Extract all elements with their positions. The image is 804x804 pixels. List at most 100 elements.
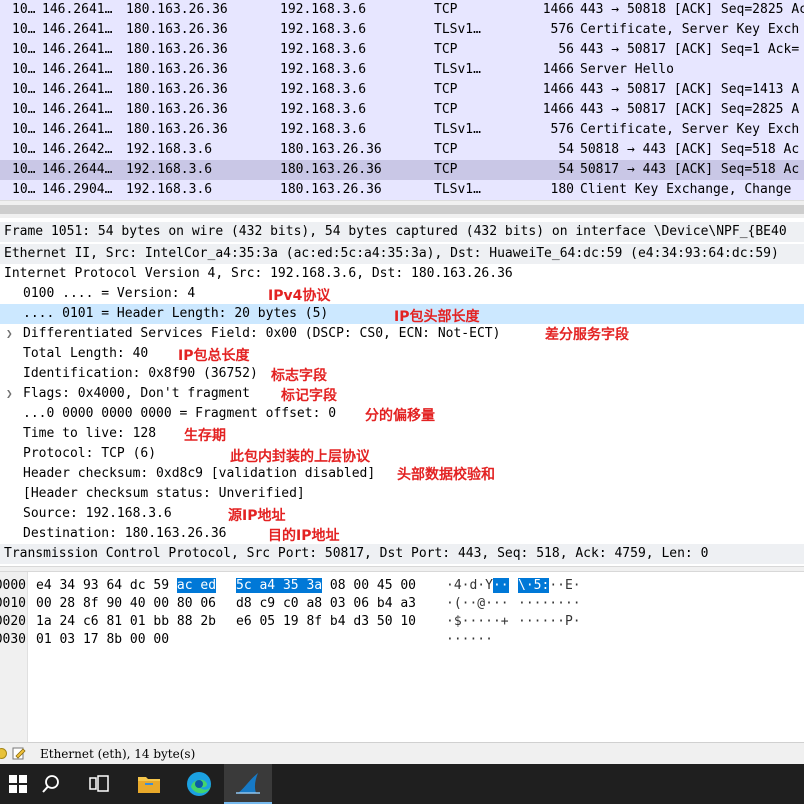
detail-ip-text: Internet Protocol Version 4, Src: 192.16… xyxy=(4,266,513,281)
packet-cell-src: 180.163.26.36 xyxy=(126,82,228,97)
expand-arrow-icon[interactable]: ❯ xyxy=(6,324,13,344)
packet-cell-src: 192.168.3.6 xyxy=(126,142,213,157)
packet-row[interactable]: 10… 146.2642… 192.168.3.6 180.163.26.36 TCP 5… xyxy=(0,140,804,160)
annotation-identification: 标志字段 xyxy=(271,368,327,384)
detail-protocol-text: Protocol: TCP (6) xyxy=(23,446,157,461)
detail-source[interactable]: Source: 192.168.3.6 xyxy=(0,504,804,524)
status-indicator-icon[interactable] xyxy=(0,748,7,759)
detail-identification[interactable]: Identification: 0x8f90 (36752) xyxy=(0,364,804,384)
bytes-ascii-left: ·$·····+ xyxy=(446,612,509,632)
packet-cell-no: 10… xyxy=(12,2,36,17)
packet-cell-proto: TLSv1… xyxy=(434,182,481,197)
packet-row[interactable]: 10… 146.2641… 180.163.26.36 192.168.3.6 TLSv… xyxy=(0,20,804,40)
detail-total-length[interactable]: Total Length: 40 xyxy=(0,344,804,364)
windows-taskbar xyxy=(0,764,804,804)
packet-cell-time: 146.2641… xyxy=(42,2,113,17)
packet-details-pane[interactable]: Frame 1051: 54 bytes on wire (432 bits),… xyxy=(0,222,804,566)
packet-cell-dst: 192.168.3.6 xyxy=(280,82,367,97)
ascii-text: ·4·d·Y xyxy=(446,578,493,593)
packet-cell-proto: TLSv1… xyxy=(434,62,481,77)
packet-cell-proto: TCP xyxy=(434,102,458,117)
bytes-row[interactable]: 0030 01 03 17 8b 00 00 ······ xyxy=(0,630,804,650)
packet-cell-info: 50818 → 443 [ACK] Seq=518 Ac xyxy=(580,142,800,157)
annotation-frag-offset: 分的偏移量 xyxy=(365,408,435,424)
detail-checksum-status[interactable]: [Header checksum status: Unverified] xyxy=(0,484,804,504)
packet-cell-dst: 192.168.3.6 xyxy=(280,22,367,37)
packet-cell-proto: TLSv1… xyxy=(434,122,481,137)
detail-ttl[interactable]: Time to live: 128 xyxy=(0,424,804,444)
packet-cell-len: 1466 xyxy=(542,102,574,117)
packet-cell-dst: 180.163.26.36 xyxy=(280,182,382,197)
scrollbar-thumb[interactable] xyxy=(0,205,804,214)
bytes-row[interactable]: 0020 1a 24 c6 81 01 bb 88 2b e6 05 19 8f b… xyxy=(0,612,804,632)
status-bar: Ethernet (eth), 14 byte(s) xyxy=(0,742,804,764)
packet-cell-proto: TCP xyxy=(434,162,458,177)
task-view-icon[interactable] xyxy=(75,764,123,804)
packet-row[interactable]: 10… 146.2641… 180.163.26.36 192.168.3.6 TCP 1… xyxy=(0,80,804,100)
detail-version[interactable]: 0100 .... = Version: 4 xyxy=(0,284,804,304)
packet-row[interactable]: 10… 146.2641… 180.163.26.36 192.168.3.6 TLSv… xyxy=(0,120,804,140)
packet-cell-src: 180.163.26.36 xyxy=(126,102,228,117)
detail-flags-text: Flags: 0x4000, Don't fragment xyxy=(23,386,250,401)
edge-browser-icon[interactable] xyxy=(175,764,223,804)
packet-list[interactable]: 10… 146.2641… 180.163.26.36 192.168.3.6 TCP 1… xyxy=(0,0,804,200)
packet-cell-time: 146.2641… xyxy=(42,42,113,57)
packet-row[interactable]: 10… 146.2641… 180.163.26.36 192.168.3.6 TCP 1… xyxy=(0,100,804,120)
detail-total-length-text: Total Length: 40 xyxy=(23,346,149,361)
packet-row[interactable]: 10… 146.2641… 180.163.26.36 192.168.3.6 TCP 1… xyxy=(0,0,804,20)
detail-dsfield[interactable]: ❯ Differentiated Services Field: 0x00 (DS… xyxy=(0,324,804,344)
packet-cell-proto: TCP xyxy=(434,82,458,97)
hex-text: 08 00 45 00 xyxy=(322,578,417,593)
detail-tcp-text: Transmission Control Protocol, Src Port:… xyxy=(4,546,709,561)
detail-ip[interactable]: Internet Protocol Version 4, Src: 192.16… xyxy=(0,264,804,284)
ascii-highlight: \·5: xyxy=(518,578,550,593)
detail-frag-offset-text: ...0 0000 0000 0000 = Fragment offset: 0 xyxy=(23,406,337,421)
packet-cell-info: 443 → 50817 [ACK] Seq=1413 A xyxy=(580,82,800,97)
packet-cell-len: 576 xyxy=(550,122,574,137)
bytes-row[interactable]: 0010 00 28 8f 90 40 00 80 06 d8 c9 c0 a8 0… xyxy=(0,594,804,614)
packet-cell-dst: 180.163.26.36 xyxy=(280,142,382,157)
packet-row[interactable]: 10… 146.2641… 180.163.26.36 192.168.3.6 TCP 5… xyxy=(0,40,804,60)
packet-cell-time: 146.2644… xyxy=(42,162,113,177)
packet-cell-len: 180 xyxy=(550,182,574,197)
hex-text: 00 28 8f 90 40 00 80 06 xyxy=(36,596,217,611)
detail-protocol[interactable]: Protocol: TCP (6) xyxy=(0,444,804,464)
file-explorer-icon[interactable] xyxy=(125,764,173,804)
detail-destination[interactable]: Destination: 180.163.26.36 xyxy=(0,524,804,544)
bytes-hex-left: e4 34 93 64 dc 59 ac ed xyxy=(36,576,217,596)
packet-row[interactable]: 10… 146.2641… 180.163.26.36 192.168.3.6 TLSv… xyxy=(0,60,804,80)
annotation-source: 源IP地址 xyxy=(228,508,286,524)
packet-bytes-pane[interactable]: 0000 e4 34 93 64 dc 59 ac ed 5c a4 35 3a 0… xyxy=(0,572,804,742)
packet-cell-src: 180.163.26.36 xyxy=(126,22,228,37)
packet-cell-proto: TCP xyxy=(434,2,458,17)
detail-tcp[interactable]: Transmission Control Protocol, Src Port:… xyxy=(0,544,804,564)
bytes-offset: 0000 xyxy=(0,578,26,593)
hex-highlight: ac ed xyxy=(176,578,217,593)
detail-identification-text: Identification: 0x8f90 (36752) xyxy=(23,366,258,381)
packet-cell-src: 192.168.3.6 xyxy=(126,182,213,197)
packet-cell-dst: 192.168.3.6 xyxy=(280,122,367,137)
packet-cell-len: 1466 xyxy=(542,82,574,97)
packet-row[interactable]: 10… 146.2904… 192.168.3.6 180.163.26.36 TLSv… xyxy=(0,180,804,200)
detail-ethernet[interactable]: Ethernet II, Src: IntelCor_a4:35:3a (ac:… xyxy=(0,244,804,264)
packet-cell-info: Certificate, Server Key Exch xyxy=(580,122,800,137)
expand-arrow-icon[interactable]: ❯ xyxy=(6,384,13,404)
packet-cell-time: 146.2641… xyxy=(42,102,113,117)
bytes-hex-right: d8 c9 c0 a8 03 06 b4 a3 xyxy=(236,594,416,614)
packet-cell-proto: TCP xyxy=(434,42,458,57)
wireshark-icon[interactable] xyxy=(224,764,272,804)
edit-comment-icon[interactable] xyxy=(12,746,26,760)
packet-cell-no: 10… xyxy=(12,62,36,77)
detail-ethernet-text: Ethernet II, Src: IntelCor_a4:35:3a (ac:… xyxy=(4,246,779,261)
search-icon[interactable] xyxy=(27,764,75,804)
packet-list-hscrollbar[interactable] xyxy=(0,200,804,218)
packet-row[interactable]: 10… 146.2644… 192.168.3.6 180.163.26.36 TCP 5… xyxy=(0,160,804,180)
detail-frame[interactable]: Frame 1051: 54 bytes on wire (432 bits),… xyxy=(0,222,804,242)
bytes-offset: 0030 xyxy=(0,632,26,647)
detail-flags[interactable]: ❯ Flags: 0x4000, Don't fragment xyxy=(0,384,804,404)
packet-cell-src: 180.163.26.36 xyxy=(126,2,228,17)
bytes-offset: 0020 xyxy=(0,614,26,629)
bytes-row[interactable]: 0000 e4 34 93 64 dc 59 ac ed 5c a4 35 3a 0… xyxy=(0,576,804,596)
packet-cell-dst: 192.168.3.6 xyxy=(280,62,367,77)
hex-highlight: 5c a4 35 3a xyxy=(236,578,323,593)
